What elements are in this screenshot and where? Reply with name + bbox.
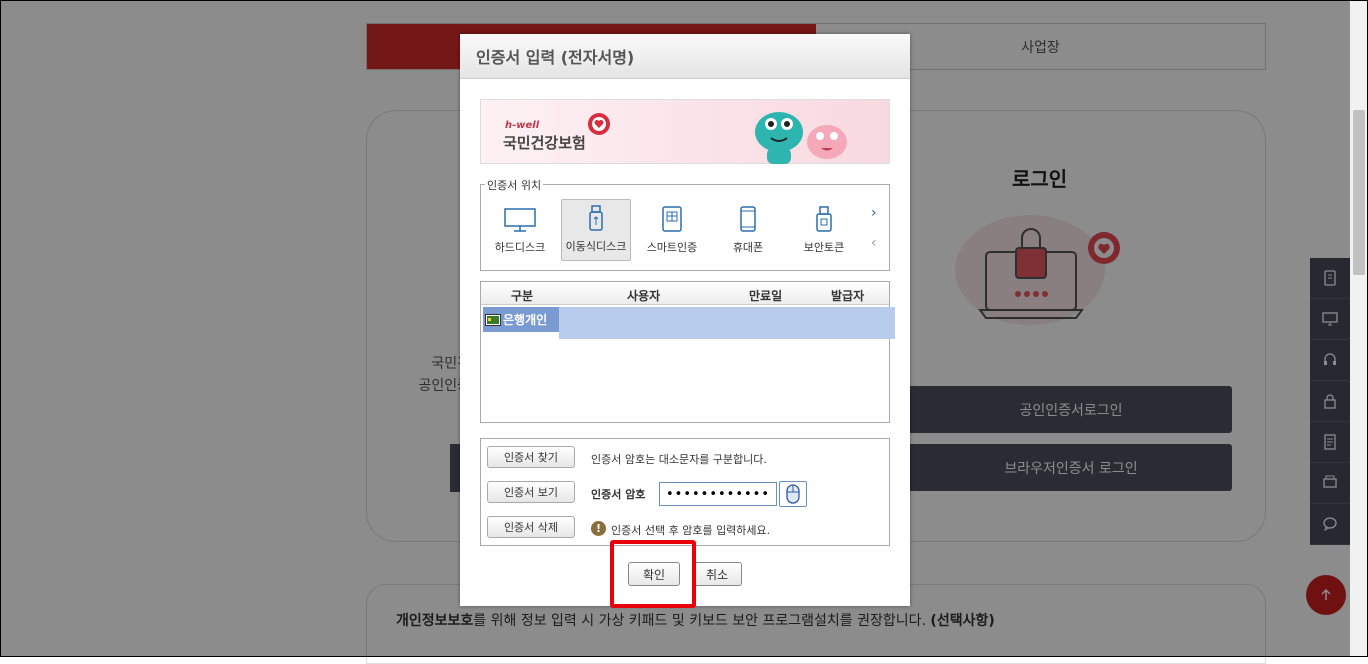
banner-brand-main: 국민건강보험 — [503, 134, 586, 152]
location-label: 이동식디스크 — [565, 240, 627, 253]
cert-dialog: 인증서 입력 (전자서명) h-well 국민건강보험 인증서 위치 하드디스크… — [460, 34, 910, 606]
cert-list: 구분 사용자 만료일 발급자 은행개인 — [480, 281, 895, 423]
location-prev-arrow-icon[interactable]: ‹ — [871, 235, 877, 251]
location-smart-cert[interactable]: 스마트인증 — [637, 199, 707, 261]
usb-icon — [589, 205, 603, 231]
location-mobile-phone[interactable]: 휴대폰 — [713, 199, 783, 261]
mascot-illustration — [755, 112, 847, 164]
confirm-highlight-box — [610, 540, 696, 608]
password-hint: 인증서 선택 후 암호를 입력하세요. — [611, 524, 771, 537]
col-type[interactable]: 구분 — [511, 287, 533, 304]
cert-list-header: 구분 사용자 만료일 발급자 — [481, 282, 889, 305]
nhis-banner: h-well 국민건강보험 — [480, 99, 890, 164]
password-input[interactable]: •••••••••••• — [659, 482, 777, 506]
password-panel: 인증서 찾기 인증서 보기 인증서 삭제 인증서 암호는 대소문자를 구분합니다… — [480, 438, 890, 546]
monitor-icon — [504, 208, 536, 232]
password-label: 인증서 암호 — [591, 488, 646, 501]
cert-type-cell[interactable]: 은행개인 — [483, 307, 559, 332]
col-user[interactable]: 사용자 — [627, 287, 660, 304]
heart-badge-icon — [588, 113, 610, 135]
location-label: 휴대폰 — [732, 241, 764, 254]
smartcard-icon — [662, 206, 682, 232]
location-next-arrow-icon[interactable]: › — [871, 205, 877, 221]
cert-row[interactable]: 은행개인 — [483, 307, 895, 339]
scrollbar-thumb[interactable] — [1353, 110, 1365, 275]
phone-icon — [740, 206, 756, 232]
delete-cert-button[interactable]: 인증서 삭제 — [487, 516, 575, 538]
cert-type-icon — [485, 313, 501, 326]
scrollbar[interactable] — [1350, 0, 1368, 657]
location-label: 하드디스크 — [494, 241, 546, 254]
col-issuer[interactable]: 발급자 — [831, 287, 864, 304]
location-label: 스마트인증 — [646, 241, 698, 254]
mouse-icon — [786, 484, 800, 504]
virtual-keyboard-button[interactable] — [779, 481, 807, 507]
dialog-title: 인증서 입력 (전자서명) — [460, 34, 910, 79]
cert-location-legend: 인증서 위치 — [485, 177, 544, 193]
location-label: 보안토큰 — [803, 241, 845, 254]
cancel-button[interactable]: 취소 — [692, 562, 742, 586]
view-cert-button[interactable]: 인증서 보기 — [487, 481, 575, 503]
location-hard-disk[interactable]: 하드디스크 — [485, 199, 555, 261]
case-notice: 인증서 암호는 대소문자를 구분합니다. — [591, 453, 767, 466]
cert-location-group: 인증서 위치 하드디스크 이동식디스크 스마트인증 휴대폰 보안토큰 › ‹ — [480, 177, 890, 271]
warning-icon: ! — [591, 521, 606, 536]
cert-row-redacted — [559, 307, 895, 339]
find-cert-button[interactable]: 인증서 찾기 — [487, 446, 575, 468]
cert-type-label: 은행개인 — [503, 313, 548, 327]
location-removable-disk[interactable]: 이동식디스크 — [561, 199, 631, 261]
location-security-token[interactable]: 보안토큰 — [789, 199, 859, 261]
col-expiry[interactable]: 만료일 — [749, 287, 782, 304]
banner-brand-small: h-well — [505, 120, 540, 131]
token-icon — [816, 206, 832, 232]
